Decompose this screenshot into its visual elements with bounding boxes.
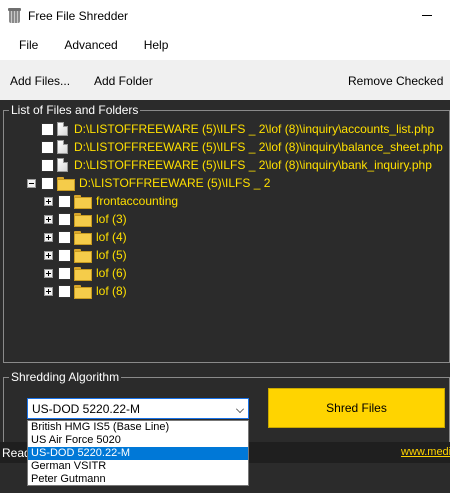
menu-advanced[interactable]: Advanced bbox=[53, 31, 128, 60]
chevron-down-icon[interactable] bbox=[236, 405, 244, 413]
minimize-icon bbox=[422, 15, 432, 16]
folder-checkbox[interactable] bbox=[41, 176, 54, 190]
expand-icon[interactable] bbox=[44, 196, 53, 206]
title-bar: Free File Shredder bbox=[0, 0, 450, 31]
shredder-bin-icon bbox=[8, 8, 21, 23]
menu-help[interactable]: Help bbox=[133, 31, 180, 60]
files-group-label: List of Files and Folders bbox=[9, 103, 141, 118]
subfolder-row[interactable]: frontaccounting bbox=[44, 192, 178, 210]
algorithm-option[interactable]: German VSITR bbox=[28, 460, 248, 473]
file-checkbox[interactable] bbox=[41, 140, 54, 154]
subfolder-row[interactable]: lof (8) bbox=[44, 282, 127, 300]
subfolder-name: lof (3) bbox=[96, 212, 127, 226]
minimize-button[interactable] bbox=[404, 0, 450, 31]
shred-files-button[interactable]: Shred Files bbox=[268, 388, 445, 428]
remove-checked-button[interactable]: Remove Checked bbox=[348, 60, 443, 100]
folder-icon bbox=[74, 249, 92, 263]
subfolder-checkbox[interactable] bbox=[58, 284, 71, 298]
main-panel: List of Files and Folders D:\LISTOFFREEW… bbox=[0, 100, 450, 493]
expand-icon[interactable] bbox=[44, 250, 53, 260]
algorithm-option-selected[interactable]: US-DOD 5220.22-M bbox=[28, 447, 248, 460]
toolbar: Add Files... Add Folder Remove Checked bbox=[0, 60, 450, 100]
algorithm-option[interactable]: British HMG IS5 (Base Line) bbox=[28, 421, 248, 434]
subfolder-row[interactable]: lof (3) bbox=[44, 210, 127, 228]
subfolder-row[interactable]: lof (4) bbox=[44, 228, 127, 246]
file-checkbox[interactable] bbox=[41, 122, 54, 136]
subfolder-name: lof (4) bbox=[96, 230, 127, 244]
folder-row[interactable]: D:\LISTOFFREEWARE (5)\ILFS _ 2 bbox=[27, 174, 270, 192]
folder-path: D:\LISTOFFREEWARE (5)\ILFS _ 2 bbox=[79, 176, 271, 190]
algorithm-selected-value: US-DOD 5220.22-M bbox=[32, 402, 141, 416]
subfolder-name: lof (8) bbox=[96, 284, 127, 298]
subfolder-row[interactable]: lof (5) bbox=[44, 246, 127, 264]
folder-icon bbox=[74, 231, 92, 245]
expand-icon[interactable] bbox=[44, 214, 53, 224]
folder-icon bbox=[74, 195, 92, 209]
file-path: D:\LISTOFFREEWARE (5)\ILFS _ 2\lof (8)\i… bbox=[74, 140, 443, 154]
file-path: D:\LISTOFFREEWARE (5)\ILFS _ 2\lof (8)\i… bbox=[74, 122, 435, 136]
subfolder-checkbox[interactable] bbox=[58, 230, 71, 244]
folder-icon bbox=[57, 177, 75, 191]
file-checkbox[interactable] bbox=[41, 158, 54, 172]
subfolder-checkbox[interactable] bbox=[58, 212, 71, 226]
collapse-icon[interactable] bbox=[27, 178, 36, 188]
file-row[interactable]: D:\LISTOFFREEWARE (5)\ILFS _ 2\lof (8)\i… bbox=[41, 156, 432, 174]
folder-icon bbox=[74, 267, 92, 281]
subfolder-name: frontaccounting bbox=[96, 194, 179, 208]
menu-file[interactable]: File bbox=[8, 31, 49, 60]
expand-icon[interactable] bbox=[44, 232, 53, 242]
folder-icon bbox=[74, 213, 92, 227]
subfolder-checkbox[interactable] bbox=[58, 248, 71, 262]
add-files-button[interactable]: Add Files... bbox=[10, 60, 70, 100]
subfolder-checkbox[interactable] bbox=[58, 194, 71, 208]
algorithm-group-label: Shredding Algorithm bbox=[9, 370, 122, 385]
website-link[interactable]: www.medi bbox=[401, 446, 450, 458]
subfolder-name: lof (5) bbox=[96, 248, 127, 262]
algorithm-option[interactable]: Peter Gutmann bbox=[28, 473, 248, 486]
file-icon bbox=[57, 122, 68, 136]
file-icon bbox=[57, 140, 68, 154]
folder-icon bbox=[74, 285, 92, 299]
algorithm-select[interactable]: US-DOD 5220.22-M bbox=[27, 398, 249, 419]
file-row[interactable]: D:\LISTOFFREEWARE (5)\ILFS _ 2\lof (8)\i… bbox=[41, 138, 443, 156]
subfolder-name: lof (6) bbox=[96, 266, 127, 280]
window-title: Free File Shredder bbox=[28, 8, 129, 23]
file-icon bbox=[57, 158, 68, 172]
algorithm-dropdown-list: British HMG IS5 (Base Line) US Air Force… bbox=[27, 420, 249, 486]
subfolder-checkbox[interactable] bbox=[58, 266, 71, 280]
file-path: D:\LISTOFFREEWARE (5)\ILFS _ 2\lof (8)\i… bbox=[74, 158, 432, 172]
add-folder-button[interactable]: Add Folder bbox=[94, 60, 153, 100]
subfolder-row[interactable]: lof (6) bbox=[44, 264, 127, 282]
expand-icon[interactable] bbox=[44, 268, 53, 278]
menu-bar: File Advanced Help bbox=[0, 31, 450, 60]
expand-icon[interactable] bbox=[44, 286, 53, 296]
file-row[interactable]: D:\LISTOFFREEWARE (5)\ILFS _ 2\lof (8)\i… bbox=[41, 120, 434, 138]
algorithm-option[interactable]: US Air Force 5020 bbox=[28, 434, 248, 447]
